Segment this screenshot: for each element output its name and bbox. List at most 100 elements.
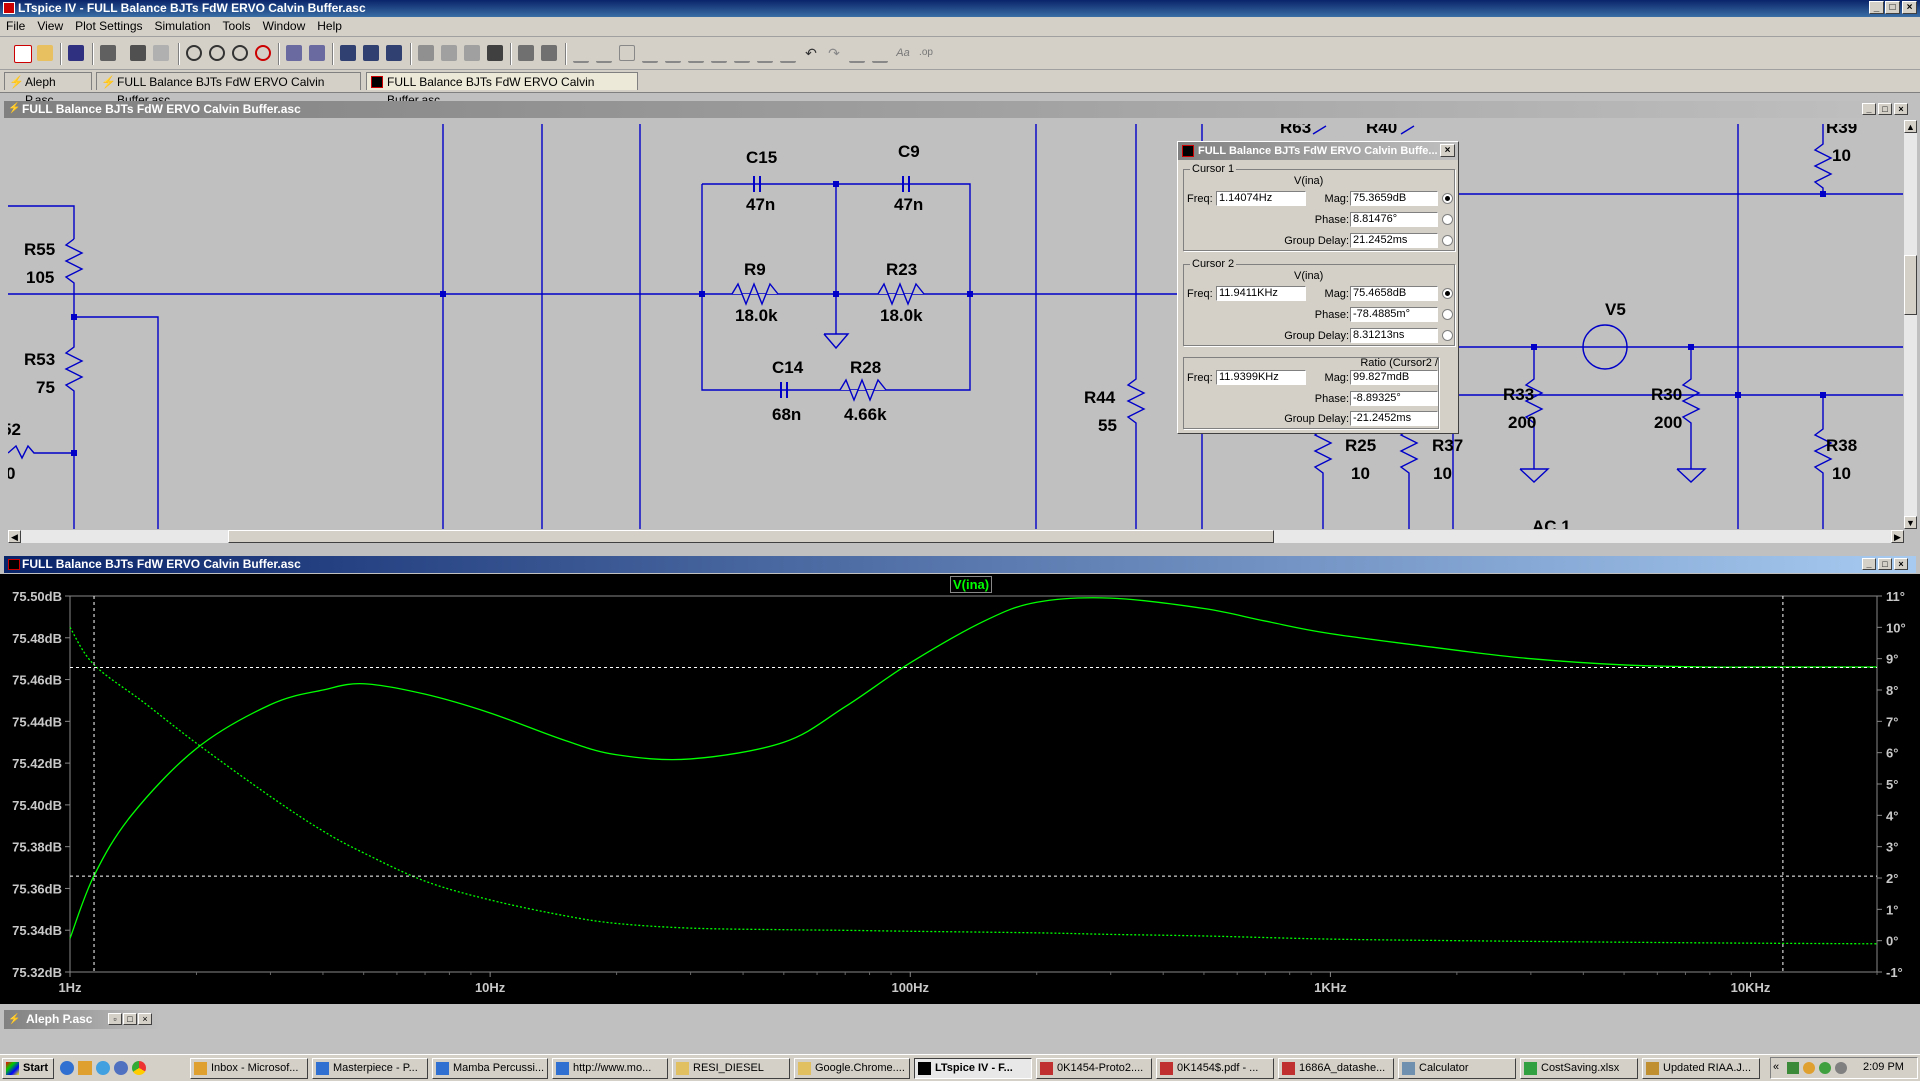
cursor2-mag-field[interactable]: 75.4658dB xyxy=(1350,286,1438,301)
zoom-fit-icon[interactable] xyxy=(255,45,271,61)
restore-button[interactable]: ▫ xyxy=(108,1013,122,1025)
find-icon[interactable] xyxy=(487,45,503,61)
new-schematic-icon[interactable] xyxy=(14,45,32,63)
cursor-readout-dialog[interactable]: FULL Balance BJTs FdW ERVO Calvin Buffe.… xyxy=(1177,141,1459,434)
print-icon[interactable] xyxy=(541,45,557,61)
tile-horizontal-icon[interactable] xyxy=(340,45,356,61)
scroll-down-button[interactable]: ▼ xyxy=(1904,516,1917,529)
undo-icon[interactable]: ↶ xyxy=(803,45,819,61)
menu-help[interactable]: Help xyxy=(311,17,348,36)
menu-view[interactable]: View xyxy=(31,17,69,36)
taskbar-item[interactable]: RESI_DIESEL xyxy=(672,1058,790,1079)
schematic-canvas[interactable]: C15 47n C9 47n R9 18.0k R23 18.0k C14 68… xyxy=(8,124,1903,529)
halt-icon[interactable] xyxy=(153,45,169,61)
schematic-horizontal-scrollbar[interactable]: ◀ ▶ xyxy=(8,530,1904,543)
zoom-out-icon[interactable] xyxy=(232,45,248,61)
schematic-minimize-button[interactable]: _ xyxy=(1862,103,1876,115)
spice-directive-icon[interactable]: .op xyxy=(918,45,934,61)
menu-tools[interactable]: Tools xyxy=(217,17,257,36)
scroll-thumb[interactable] xyxy=(1904,255,1917,315)
tray-icon[interactable] xyxy=(1819,1062,1831,1074)
schematic-maximize-button[interactable]: □ xyxy=(1878,103,1892,115)
ratio-freq-field[interactable]: 11.9399KHz xyxy=(1216,370,1306,385)
cursor1-mag-radio[interactable] xyxy=(1442,193,1453,204)
run-icon[interactable] xyxy=(130,45,146,61)
menu-plot-settings[interactable]: Plot Settings xyxy=(69,17,148,36)
browser-icon[interactable] xyxy=(96,1061,110,1075)
move-icon[interactable] xyxy=(757,45,773,63)
taskbar-item[interactable]: 1686A_datashe... xyxy=(1278,1058,1394,1079)
menu-file[interactable]: File xyxy=(0,17,31,36)
media-icon[interactable] xyxy=(114,1061,128,1075)
open-folder-icon[interactable] xyxy=(37,45,53,61)
close-button[interactable]: × xyxy=(138,1013,152,1025)
mirror-icon[interactable] xyxy=(872,45,888,63)
outlook-icon[interactable] xyxy=(78,1061,92,1075)
scroll-thumb[interactable] xyxy=(228,530,1274,543)
paste-icon[interactable] xyxy=(464,45,480,61)
taskbar-item[interactable]: Inbox - Microsof... xyxy=(190,1058,308,1079)
inductor-icon[interactable] xyxy=(688,45,704,63)
component-icon[interactable] xyxy=(734,45,750,63)
minimized-window-aleph[interactable]: ⚡ Aleph P.asc ▫ □ × xyxy=(4,1010,160,1029)
scroll-right-button[interactable]: ▶ xyxy=(1891,530,1904,543)
tile-vertical-icon[interactable] xyxy=(363,45,379,61)
manual-limits-icon[interactable] xyxy=(309,45,325,61)
tray-icon[interactable] xyxy=(1835,1062,1847,1074)
print-preview-icon[interactable] xyxy=(518,45,534,61)
text-icon[interactable]: Aa xyxy=(895,45,911,61)
plot-close-button[interactable]: × xyxy=(1894,558,1908,570)
trace-label[interactable]: V(ina) xyxy=(950,576,993,593)
ratio-mag-field[interactable]: 99.827mdB xyxy=(1350,370,1438,385)
tab-aleph[interactable]: ⚡ Aleph P.asc xyxy=(4,72,92,107)
tray-icon[interactable] xyxy=(1787,1062,1799,1074)
cursor2-phase-radio[interactable] xyxy=(1442,309,1453,320)
plot-minimize-button[interactable]: _ xyxy=(1862,558,1876,570)
tray-expand-icon[interactable]: « xyxy=(1773,1061,1779,1073)
cascade-icon[interactable] xyxy=(386,45,402,61)
cursor1-freq-field[interactable]: 1.14074Hz xyxy=(1216,191,1306,206)
plot-pane[interactable]: 1Hz 10Hz 100Hz 1KHz 10KHz 75.50dB 75.48dB 75.46… xyxy=(0,574,1920,1004)
cursor1-gd-field[interactable]: 21.2452ms xyxy=(1350,233,1438,248)
cursor2-mag-radio[interactable] xyxy=(1442,288,1453,299)
cursor1-phase-field[interactable]: 8.81476° xyxy=(1350,212,1438,227)
redo-icon[interactable]: ↷ xyxy=(826,45,842,61)
tab-waveform[interactable]: FULL Balance BJTs FdW ERVO Calvin Buffer… xyxy=(366,72,638,107)
taskbar-item[interactable]: CostSaving.xlsx xyxy=(1520,1058,1638,1079)
taskbar-item[interactable]: Mamba Percussi... xyxy=(432,1058,548,1079)
rotate-icon[interactable] xyxy=(849,45,865,63)
cursor-dialog-close-button[interactable]: × xyxy=(1440,144,1455,157)
taskbar-item[interactable]: Updated RIAA.J... xyxy=(1642,1058,1760,1079)
taskbar-item[interactable]: Masterpiece - P... xyxy=(312,1058,428,1079)
tab-schematic[interactable]: ⚡ FULL Balance BJTs FdW ERVO Calvin Buff… xyxy=(96,72,361,107)
capacitor-icon[interactable] xyxy=(665,45,681,63)
close-button[interactable]: × xyxy=(1902,1,1917,14)
chrome-icon[interactable] xyxy=(132,1061,146,1075)
maximize-button[interactable]: □ xyxy=(1885,1,1900,14)
clock[interactable]: 2:09 PM xyxy=(1863,1061,1904,1073)
cursor2-gd-field[interactable]: 8.31213ns xyxy=(1350,328,1438,343)
zoom-pan-icon[interactable] xyxy=(209,45,225,61)
plot-area[interactable]: 1Hz 10Hz 100Hz 1KHz 10KHz 75.50dB 75.48dB 75.46… xyxy=(0,574,1920,1004)
autorange-icon[interactable] xyxy=(286,45,302,61)
cursor2-phase-field[interactable]: -78.4885m° xyxy=(1350,307,1438,322)
scroll-left-button[interactable]: ◀ xyxy=(8,530,21,543)
cursor1-gd-radio[interactable] xyxy=(1442,235,1453,246)
ratio-gd-field[interactable]: -21.2452ms xyxy=(1350,411,1438,426)
taskbar-item[interactable]: 0K1454$.pdf - ... xyxy=(1156,1058,1274,1079)
drag-icon[interactable] xyxy=(780,45,796,63)
taskbar-item[interactable]: 0K1454-Proto2.... xyxy=(1036,1058,1152,1079)
copy-icon[interactable] xyxy=(441,45,457,61)
taskbar-item[interactable]: Calculator xyxy=(1398,1058,1516,1079)
taskbar-item[interactable]: Google.Chrome.... xyxy=(794,1058,910,1079)
cursor2-gd-radio[interactable] xyxy=(1442,330,1453,341)
start-button[interactable]: Start xyxy=(2,1058,54,1079)
cursor1-mag-field[interactable]: 75.3659dB xyxy=(1350,191,1438,206)
label-net-icon[interactable] xyxy=(619,45,635,61)
cursor1-phase-radio[interactable] xyxy=(1442,214,1453,225)
save-icon[interactable] xyxy=(68,45,84,61)
plot-maximize-button[interactable]: □ xyxy=(1878,558,1892,570)
ie-icon[interactable] xyxy=(60,1061,74,1075)
ground-icon[interactable] xyxy=(596,45,612,63)
tray-icon[interactable] xyxy=(1803,1062,1815,1074)
